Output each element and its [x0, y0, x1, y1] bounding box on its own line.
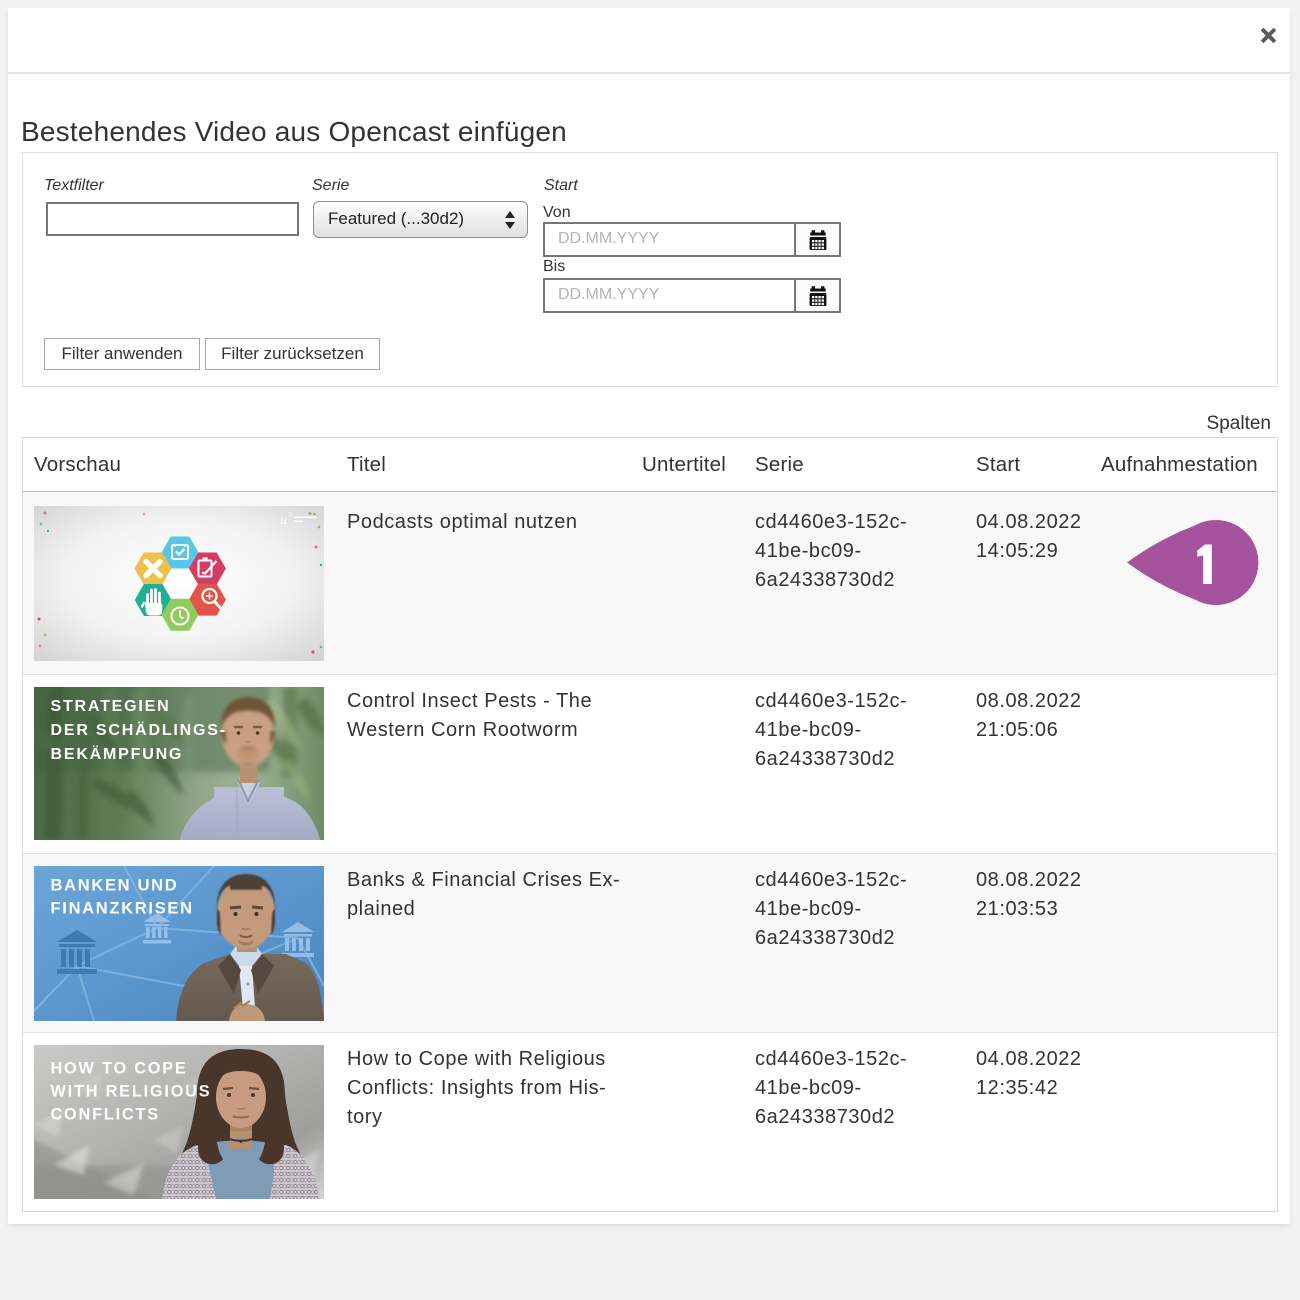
svg-text:HOW TO COPE: HOW TO COPE	[51, 1060, 188, 1078]
svg-text:u: u	[280, 513, 287, 528]
svg-text:WITH RELIGIOUS: WITH RELIGIOUS	[51, 1083, 212, 1101]
svg-text:CONFLICTS: CONFLICTS	[51, 1106, 160, 1124]
svg-text:BEKÄMPFUNG: BEKÄMPFUNG	[51, 745, 184, 763]
svg-text:BANKEN UND: BANKEN UND	[51, 877, 179, 895]
svg-text:FINANZKRISEN: FINANZKRISEN	[51, 900, 194, 918]
svg-text:b: b	[289, 511, 293, 519]
svg-text:STRATEGIEN: STRATEGIEN	[51, 698, 171, 715]
svg-text:DER SCHÄDLINGS-: DER SCHÄDLINGS-	[51, 721, 227, 739]
